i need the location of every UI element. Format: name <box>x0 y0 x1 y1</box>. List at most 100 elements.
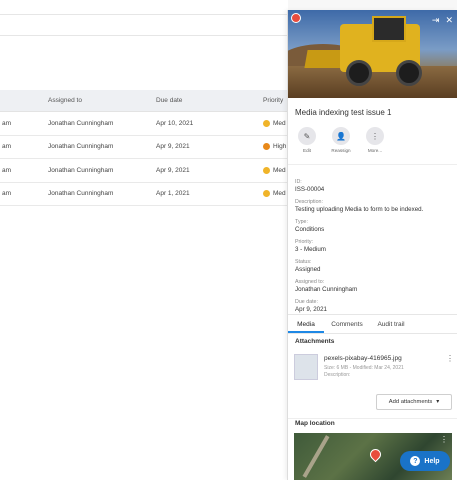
edit-button[interactable]: ✎ Edit <box>296 127 318 160</box>
due-date-cell: Apr 1, 2021 <box>156 190 190 198</box>
action-bar: ✎ Edit 👤 Reassign ⋮ More... <box>288 123 457 165</box>
table-row[interactable]: am Jonathan Cunningham Apr 9, 2021 High <box>0 135 288 159</box>
help-button[interactable]: ? Help <box>400 451 450 471</box>
panel-controls: ⇥ ✕ <box>432 15 453 26</box>
priority-cell: Med <box>263 166 288 174</box>
priority-cell: Med <box>263 190 288 198</box>
issues-table: Assigned to Due date Priority am Jonatha… <box>0 90 288 206</box>
issue-image[interactable]: ⇥ ✕ <box>288 10 457 98</box>
tab-audit-trail[interactable]: Audit trail <box>370 315 412 333</box>
priority-icon <box>263 143 270 151</box>
priority-label: Med <box>273 190 286 198</box>
field-label: Type: <box>295 219 308 225</box>
collapse-panel-icon[interactable]: ⇥ <box>432 15 440 26</box>
image-loader-wheel <box>346 60 372 86</box>
issue-detail-panel: ⇥ ✕ Media indexing test issue 1 ✎ Edit 👤… <box>287 10 457 480</box>
add-attachments-button[interactable]: Add attachments ▾ <box>376 394 452 410</box>
caret-down-icon: ▾ <box>436 399 440 405</box>
help-label: Help <box>424 457 440 465</box>
field-value: Testing uploading Media to form to be in… <box>295 206 424 213</box>
column-header-due-date[interactable]: Due date <box>156 97 263 104</box>
field-value: Assigned <box>295 266 321 273</box>
image-loader-cab <box>372 16 406 42</box>
attachment-name[interactable]: pexels-pixabay-416965.jpg <box>324 355 402 362</box>
map-heading: Map location <box>295 420 335 427</box>
attachment-menu-icon[interactable]: ⋮ <box>446 354 454 363</box>
attachments-heading: Attachments <box>295 338 335 345</box>
attachment-meta: Size: 6 MB - Modified: Mar 24, 2021 Desc… <box>324 365 404 378</box>
due-date-cell: Apr 9, 2021 <box>156 143 190 151</box>
assigned-cell: Jonathan Cunningham <box>48 190 114 198</box>
field-label: Priority: <box>295 239 313 245</box>
reassign-label: Reassign <box>331 148 351 153</box>
more-button[interactable]: ⋮ More... <box>364 127 386 160</box>
more-label: More... <box>367 148 383 153</box>
priority-cell: High <box>263 143 288 151</box>
field-value: Apr 9, 2021 <box>295 306 327 313</box>
table-header: Assigned to Due date Priority <box>0 90 288 112</box>
attachment-description: Description: <box>324 371 351 378</box>
field-label: Description: <box>295 199 323 205</box>
attachment-item[interactable]: pexels-pixabay-416965.jpg Size: 6 MB - M… <box>294 354 454 384</box>
issue-title: Media indexing test issue 1 <box>295 108 392 117</box>
issue-marker-icon <box>291 13 301 23</box>
help-icon: ? <box>410 456 421 466</box>
field-status: Status: Assigned <box>295 259 450 274</box>
divider <box>288 418 457 419</box>
attachment-size: Size: 6 MB - Modified: Mar 24, 2021 <box>324 365 404 371</box>
field-label: Status: <box>295 259 312 265</box>
tab-comments[interactable]: Comments <box>324 315 370 333</box>
user-icon: 👤 <box>332 127 350 145</box>
field-label: Due date: <box>295 299 318 305</box>
field-value: 3 - Medium <box>295 246 326 253</box>
add-attachments-label: Add attachments <box>388 399 433 405</box>
issue-details: ID: ISS-00004 Description: Testing uploa… <box>288 165 457 314</box>
field-description: Description: Testing uploading Media to … <box>295 199 450 214</box>
field-value: Jonathan Cunningham <box>295 286 358 293</box>
table-row[interactable]: am Jonathan Cunningham Apr 1, 2021 Med <box>0 182 288 206</box>
map-road <box>302 435 330 478</box>
close-icon[interactable]: ✕ <box>445 15 453 26</box>
field-label: Assigned to: <box>295 279 325 285</box>
map-pin-icon[interactable] <box>367 446 384 463</box>
row-cell: am <box>2 143 12 151</box>
toolbar <box>0 14 288 36</box>
column-header-assigned-to[interactable]: Assigned to <box>48 97 156 104</box>
table-row[interactable]: am Jonathan Cunningham Apr 9, 2021 Med <box>0 159 288 183</box>
priority-icon <box>263 166 270 174</box>
field-value: ISS-00004 <box>295 186 325 193</box>
image-loader-wheel <box>396 60 422 86</box>
field-label: ID: <box>295 179 302 185</box>
priority-icon <box>263 119 270 127</box>
due-date-cell: Apr 10, 2021 <box>156 119 194 127</box>
attachment-thumbnail[interactable] <box>294 354 318 380</box>
issues-list-area: Assigned to Due date Priority am Jonatha… <box>0 0 288 480</box>
detail-tabs: Media Comments Audit trail <box>288 314 457 334</box>
assigned-cell: Jonathan Cunningham <box>48 166 114 174</box>
field-id: ID: ISS-00004 <box>295 179 450 194</box>
row-cell: am <box>2 166 12 174</box>
field-assigned-to: Assigned to: Jonathan Cunningham <box>295 279 450 294</box>
reassign-button[interactable]: 👤 Reassign <box>330 127 352 160</box>
pencil-icon: ✎ <box>298 127 316 145</box>
field-value: Conditions <box>295 226 325 233</box>
tab-media[interactable]: Media <box>288 315 324 333</box>
priority-label: High <box>273 143 287 151</box>
edit-label: Edit <box>303 148 311 153</box>
field-due-date: Due date: Apr 9, 2021 <box>295 299 450 314</box>
row-cell: am <box>2 119 12 127</box>
map-menu-icon[interactable]: ⋮ <box>440 435 448 444</box>
priority-icon <box>263 190 270 198</box>
more-icon: ⋮ <box>366 127 384 145</box>
field-type: Type: Conditions <box>295 219 450 234</box>
row-cell: am <box>2 190 12 198</box>
priority-label: Med <box>273 166 286 174</box>
table-row[interactable]: am Jonathan Cunningham Apr 10, 2021 Med <box>0 112 288 136</box>
priority-cell: Med <box>263 119 288 127</box>
assigned-cell: Jonathan Cunningham <box>48 143 114 151</box>
assigned-cell: Jonathan Cunningham <box>48 119 114 127</box>
column-header-priority[interactable]: Priority <box>263 97 288 104</box>
priority-label: Med <box>273 119 286 127</box>
field-priority: Priority: 3 - Medium <box>295 239 450 254</box>
due-date-cell: Apr 9, 2021 <box>156 166 190 174</box>
